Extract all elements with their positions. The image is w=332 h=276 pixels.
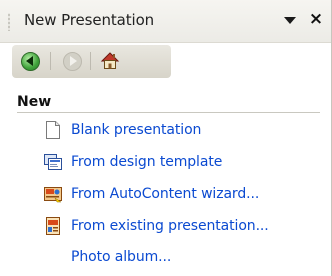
home-icon — [100, 52, 120, 69]
dropdown-triangle-icon — [284, 16, 296, 24]
item-label: Photo album... — [71, 249, 172, 265]
drag-grip-icon[interactable] — [8, 13, 10, 31]
photo-album-link[interactable]: Photo album... — [44, 246, 171, 268]
existing-presentation-icon — [44, 217, 62, 235]
section-heading-new: New — [17, 94, 52, 110]
from-autocontent-wizard-link[interactable]: From AutoContent wizard... — [44, 183, 259, 205]
task-pane-menu-button[interactable] — [281, 10, 299, 30]
task-pane: New Presentation × New Blank presentatio… — [0, 0, 332, 276]
back-button[interactable] — [18, 50, 42, 72]
blank-presentation-link[interactable]: Blank presentation — [44, 119, 201, 141]
from-existing-presentation-link[interactable]: From existing presentation... — [44, 215, 269, 237]
from-design-template-link[interactable]: From design template — [44, 151, 222, 173]
item-label: From design template — [71, 154, 223, 170]
item-label: From existing presentation... — [71, 218, 269, 234]
item-label: Blank presentation — [71, 122, 202, 138]
item-label: From AutoContent wizard... — [71, 186, 260, 202]
section-divider — [17, 112, 320, 113]
forward-button[interactable] — [60, 50, 84, 72]
home-button[interactable] — [98, 50, 122, 72]
toolbar-separator — [90, 52, 91, 70]
back-arrow-icon — [20, 51, 40, 71]
navigation-toolbar — [12, 45, 171, 78]
autocontent-wizard-icon — [44, 185, 62, 203]
task-pane-title: New Presentation — [24, 11, 155, 29]
close-button[interactable]: × — [306, 8, 326, 30]
design-template-icon — [44, 153, 62, 171]
task-pane-titlebar: New Presentation × — [0, 0, 331, 43]
forward-arrow-icon — [62, 51, 82, 71]
toolbar-separator — [50, 52, 51, 70]
blank-document-icon — [44, 121, 62, 139]
